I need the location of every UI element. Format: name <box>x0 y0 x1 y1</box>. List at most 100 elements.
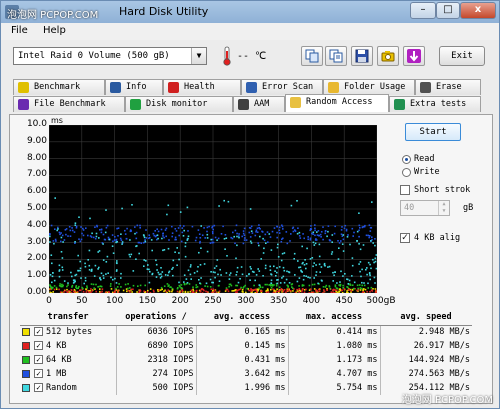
data-point <box>326 235 328 238</box>
data-point <box>266 283 268 286</box>
copy-all-button[interactable] <box>325 46 347 66</box>
data-point <box>100 228 103 231</box>
data-point <box>161 288 163 291</box>
data-point <box>160 275 163 278</box>
chevron-down-icon[interactable]: ▼ <box>191 48 206 64</box>
data-point <box>366 267 368 269</box>
data-point <box>91 290 93 292</box>
short-stroke-checkbox[interactable] <box>400 185 410 195</box>
toolbar: Intel Raid 0 Volume (500 gB) ▼ -- ℃ Exit <box>1 43 499 69</box>
minimize-button[interactable]: – <box>410 2 436 19</box>
tab-folder-usage[interactable]: Folder Usage <box>323 79 415 95</box>
series-checkbox[interactable]: ✓ <box>34 341 43 350</box>
data-point <box>76 290 79 293</box>
screenshot-button[interactable] <box>377 46 399 66</box>
series-checkbox[interactable]: ✓ <box>34 383 43 392</box>
data-point <box>95 290 97 293</box>
col-avg-speed: avg. speed <box>380 309 472 326</box>
exit-button[interactable]: Exit <box>439 46 485 66</box>
data-point <box>78 238 80 240</box>
data-point <box>224 248 226 250</box>
data-point <box>315 274 317 276</box>
tab-extra-tests[interactable]: Extra tests <box>389 96 481 112</box>
read-radio[interactable] <box>402 155 411 164</box>
tab-erase[interactable]: Erase <box>415 79 481 95</box>
data-point <box>356 230 359 233</box>
download-button[interactable] <box>403 46 425 66</box>
x-tick-label: 150 <box>138 296 156 306</box>
data-point <box>312 231 315 234</box>
tab-disk-monitor[interactable]: Disk monitor <box>125 96 233 112</box>
data-point <box>174 228 177 230</box>
data-point <box>301 245 303 248</box>
write-radio[interactable] <box>402 168 411 177</box>
data-point <box>278 266 281 268</box>
data-point <box>89 217 91 220</box>
y-axis-unit: ms <box>51 116 63 125</box>
data-point <box>172 266 174 269</box>
data-point <box>59 283 61 285</box>
tab-benchmark[interactable]: Benchmark <box>13 79 105 95</box>
spin-up-icon[interactable]: ▲ <box>438 201 449 208</box>
data-point <box>375 292 377 293</box>
data-point <box>253 284 255 287</box>
data-point <box>324 232 327 235</box>
stroke-size-input[interactable]: 40 ▲ ▼ <box>400 200 450 216</box>
drive-select[interactable]: Intel Raid 0 Volume (500 gB) ▼ <box>13 47 207 65</box>
data-point <box>128 253 131 256</box>
data-point <box>339 283 342 286</box>
data-point <box>233 235 235 238</box>
data-point <box>299 266 302 268</box>
spin-down-icon[interactable]: ▼ <box>438 208 449 215</box>
transfer-label: 64 KB <box>46 355 72 365</box>
tab-error-scan[interactable]: Error Scan <box>241 79 323 95</box>
data-point <box>255 274 258 276</box>
align-4kb-checkbox[interactable]: ✓ <box>400 233 410 243</box>
maximize-button[interactable]: □ <box>436 2 460 19</box>
data-point <box>60 240 62 243</box>
series-checkbox[interactable]: ✓ <box>34 355 43 364</box>
tab-info[interactable]: Info <box>105 79 163 95</box>
data-point <box>258 284 261 286</box>
data-point <box>277 256 280 258</box>
data-point <box>182 235 185 237</box>
data-point <box>352 287 355 290</box>
menu-file[interactable]: File <box>11 25 28 36</box>
tab-file-benchmark-label: File Benchmark <box>34 99 106 109</box>
tab-aam[interactable]: AAM <box>233 96 285 112</box>
series-checkbox[interactable]: ✓ <box>34 327 43 337</box>
data-point <box>217 273 219 276</box>
data-point <box>134 226 136 228</box>
data-point <box>229 272 232 274</box>
data-point <box>222 225 224 228</box>
data-point <box>292 226 295 229</box>
data-point <box>361 291 364 293</box>
data-point <box>255 231 257 233</box>
close-button[interactable]: x <box>460 2 496 19</box>
data-point <box>282 290 285 293</box>
data-point <box>350 290 353 292</box>
data-point <box>218 290 221 293</box>
copy-button[interactable] <box>301 46 323 66</box>
data-point <box>105 291 107 293</box>
save-button[interactable] <box>351 46 373 66</box>
data-point <box>154 230 156 232</box>
data-point <box>163 285 166 287</box>
data-point <box>87 234 89 237</box>
data-point <box>258 244 260 247</box>
data-point <box>338 247 340 249</box>
series-checkbox[interactable]: ✓ <box>34 369 43 378</box>
data-point <box>259 286 262 289</box>
data-point <box>71 229 74 232</box>
tab-health[interactable]: Health <box>163 79 241 95</box>
data-point <box>223 238 226 240</box>
data-point <box>166 283 169 285</box>
menu-help[interactable]: Help <box>43 25 66 36</box>
data-point <box>293 258 295 260</box>
data-point <box>313 262 315 264</box>
tab-file-benchmark[interactable]: File Benchmark <box>13 96 125 112</box>
start-button[interactable]: Start <box>405 123 461 141</box>
data-point <box>273 265 275 268</box>
data-point <box>369 290 371 293</box>
tab-random-access[interactable]: Random Access <box>285 94 389 112</box>
